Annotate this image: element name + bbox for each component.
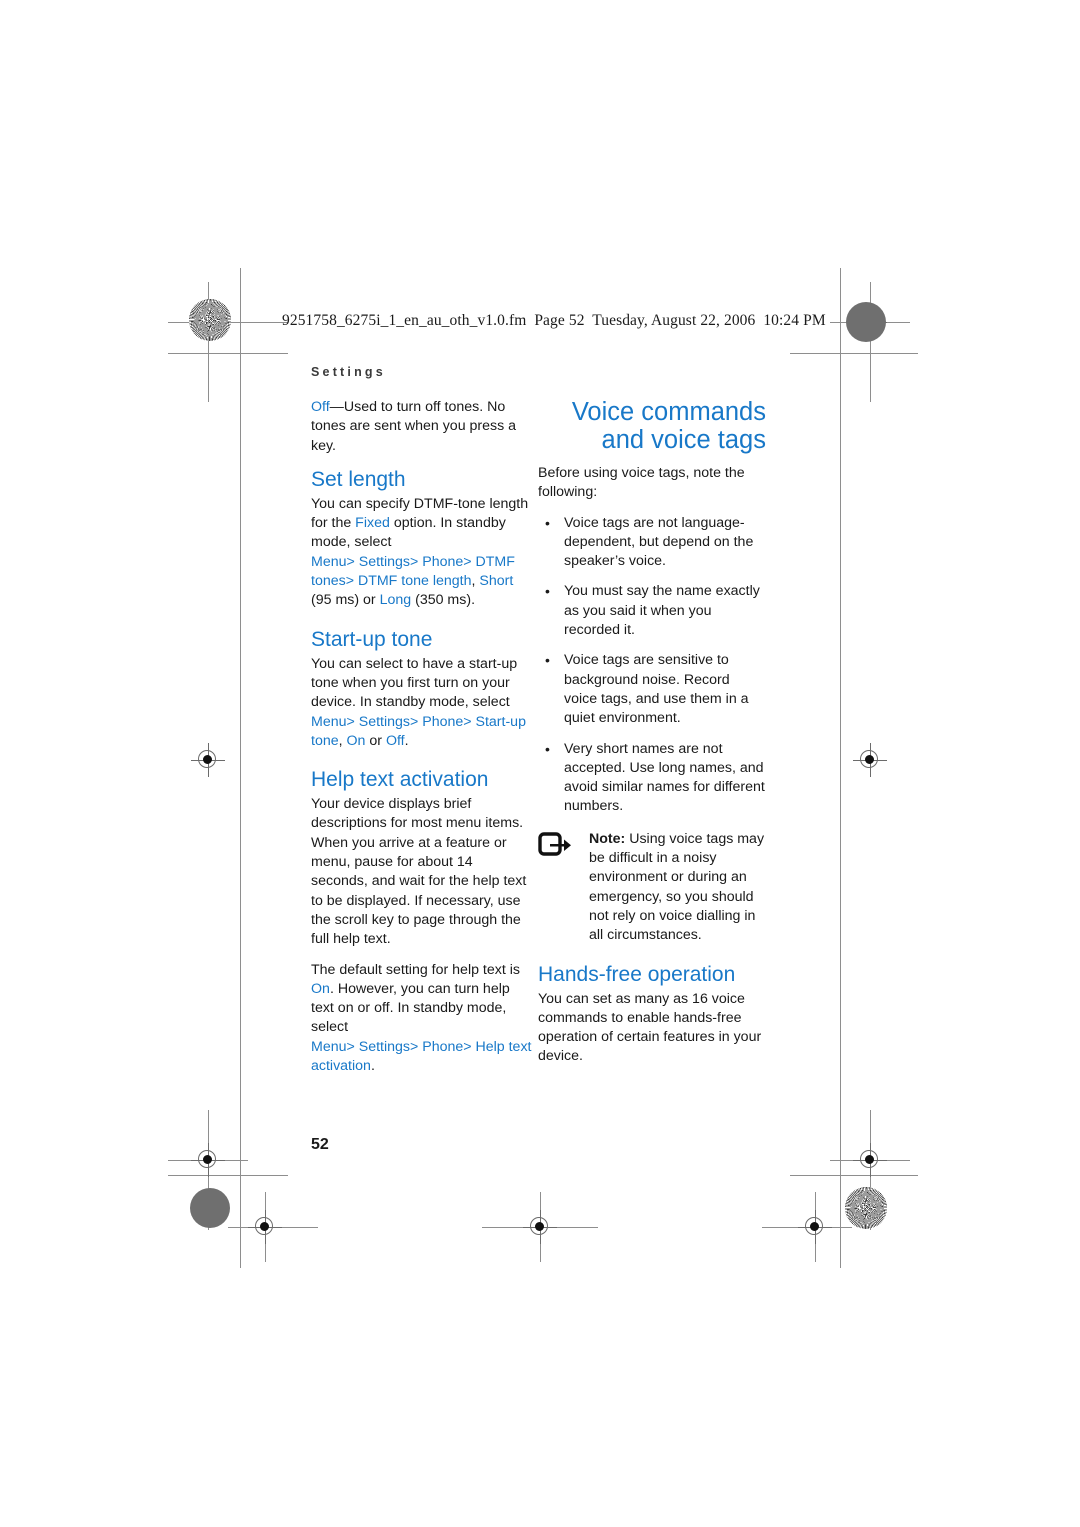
start-up-text-b: , (338, 732, 347, 749)
start-up-text-c: or (365, 732, 386, 749)
note-callout: Note: Using voice tags may be difficult … (538, 830, 766, 946)
list-item-text: You must say the name exactly as you sai… (564, 583, 760, 639)
reg-cross-bar-lower-right (762, 1227, 852, 1228)
bullet-icon: • (545, 583, 550, 600)
reg-stem-bottom-right (870, 1110, 871, 1230)
paragraph-voice-intro: Before using voice tags, note the follow… (538, 465, 745, 501)
paragraph-start-up-tone: You can select to have a start-up tone w… (311, 655, 533, 751)
voice-tag-bullet-list: • Voice tags are not language-dependent, … (538, 514, 766, 817)
option-long: Long (379, 592, 412, 609)
start-up-text-d: . (404, 732, 409, 749)
trim-line-horizontal-top-left (168, 353, 288, 354)
heading-help-text-activation: Help text activation (311, 768, 489, 792)
list-item-text: Voice tags are not language-dependent, b… (564, 514, 754, 570)
reg-stem-top-right (870, 282, 871, 402)
registration-mark-mid-right (853, 743, 887, 777)
reg-cross-bar-lower-left (228, 1227, 318, 1228)
reg-cross-bar-bottom-right (830, 1160, 910, 1161)
reg-cross-bar-top-right (830, 322, 910, 323)
left-column: Off—Used to turn off tones. No tones are… (311, 398, 533, 1087)
paragraph-hands-free: You can set as many as 16 voice commands… (538, 990, 762, 1065)
starburst-target-bottom-right (845, 1187, 887, 1229)
option-short: Short (479, 573, 514, 590)
running-head: Settings (311, 365, 386, 379)
note-label: Note: (589, 830, 626, 847)
reg-stem-bottom-right-lower (815, 1192, 816, 1262)
grey-density-patch-top-right (846, 302, 886, 342)
list-item: • You must say the name exactly as you sa… (538, 582, 766, 640)
grey-density-patch-bottom-left (190, 1188, 230, 1228)
paragraph-help-text-2: The default setting for help text is On.… (311, 961, 533, 1077)
paragraph-off-tones: Off—Used to turn off tones. No tones are… (311, 398, 533, 456)
bullet-icon: • (545, 740, 550, 757)
option-fixed: Fixed (355, 515, 390, 532)
reg-cross-bar-bottom-left (168, 1160, 248, 1161)
help-text-a: The default setting for help text is (311, 961, 520, 978)
menu-path-help-text: Menu> Settings> Phone> Help text activat… (311, 1038, 532, 1075)
reg-stem-bottom-left (208, 1110, 209, 1230)
reg-stem-bottom-left-lower (265, 1192, 266, 1262)
stamp-rule (228, 322, 288, 323)
registration-mark-top-right (853, 305, 887, 339)
registration-mark-bottom-left (191, 1143, 225, 1177)
reg-cross-bar-top-left (168, 322, 248, 323)
registration-mark-footer-left (248, 1210, 282, 1244)
set-length-text-e: (350 ms). (411, 592, 476, 609)
trim-line-vertical-left (240, 268, 241, 1268)
text-off-desc: —Used to turn off tones. No tones are se… (311, 399, 517, 454)
list-item: • Voice tags are sensitive to background … (538, 651, 766, 728)
page-number: 52 (311, 1136, 329, 1153)
right-column: Voice commands and voice tags Before usi… (538, 398, 766, 1078)
registration-mark-bottom-right (853, 1143, 887, 1177)
registration-mark-footer-center (523, 1210, 557, 1244)
file-stamp: 9251758_6275i_1_en_au_oth_v1.0.fm Page 5… (282, 312, 826, 329)
reg-cross-bar-bottom-center (482, 1227, 598, 1228)
help-text-b: . However, you can turn help text on or … (311, 980, 510, 1036)
registration-mark-top-left (191, 305, 225, 339)
paragraph-help-text-1: Your device displays brief descriptions … (311, 796, 527, 948)
registration-mark-mid-left (191, 743, 225, 777)
heading-set-length: Set length (311, 467, 406, 491)
list-item-text: Voice tags are sensitive to background n… (564, 652, 749, 727)
trim-line-horizontal-top-right (790, 353, 918, 354)
set-length-text-d: (95 ms) or (311, 592, 380, 609)
heading-hands-free-operation: Hands-free operation (538, 962, 736, 986)
paragraph-set-length: You can specify DTMF-tone length for the… (311, 495, 533, 611)
list-item-text: Very short names are not accepted. Use l… (564, 740, 765, 815)
start-up-text-a: You can select to have a start-up tone w… (311, 655, 518, 711)
term-off: Off (311, 399, 330, 415)
help-text-c: . (370, 1058, 375, 1075)
heading-start-up-tone: Start-up tone (311, 627, 433, 651)
reg-stem-bottom-center (540, 1192, 541, 1262)
trim-line-vertical-right (840, 268, 841, 1268)
note-text: Using voice tags may be difficult in a n… (589, 830, 765, 944)
bullet-icon: • (545, 514, 550, 531)
trim-line-horizontal-bottom-right (790, 1175, 918, 1176)
option-off: Off (385, 732, 405, 749)
option-on: On (346, 732, 366, 749)
reg-stem-top-left (208, 282, 209, 402)
default-setting-on: On (311, 980, 330, 997)
starburst-target-top-left (189, 299, 231, 341)
bullet-icon: • (545, 652, 550, 669)
list-item: • Voice tags are not language-dependent, … (538, 514, 766, 572)
list-item: • Very short names are not accepted. Use … (538, 740, 766, 817)
trim-line-horizontal-bottom-left (168, 1175, 288, 1176)
registration-mark-footer-right (798, 1210, 832, 1244)
note-arrow-icon (538, 832, 572, 858)
chapter-title: Voice commands and voice tags (571, 398, 766, 454)
